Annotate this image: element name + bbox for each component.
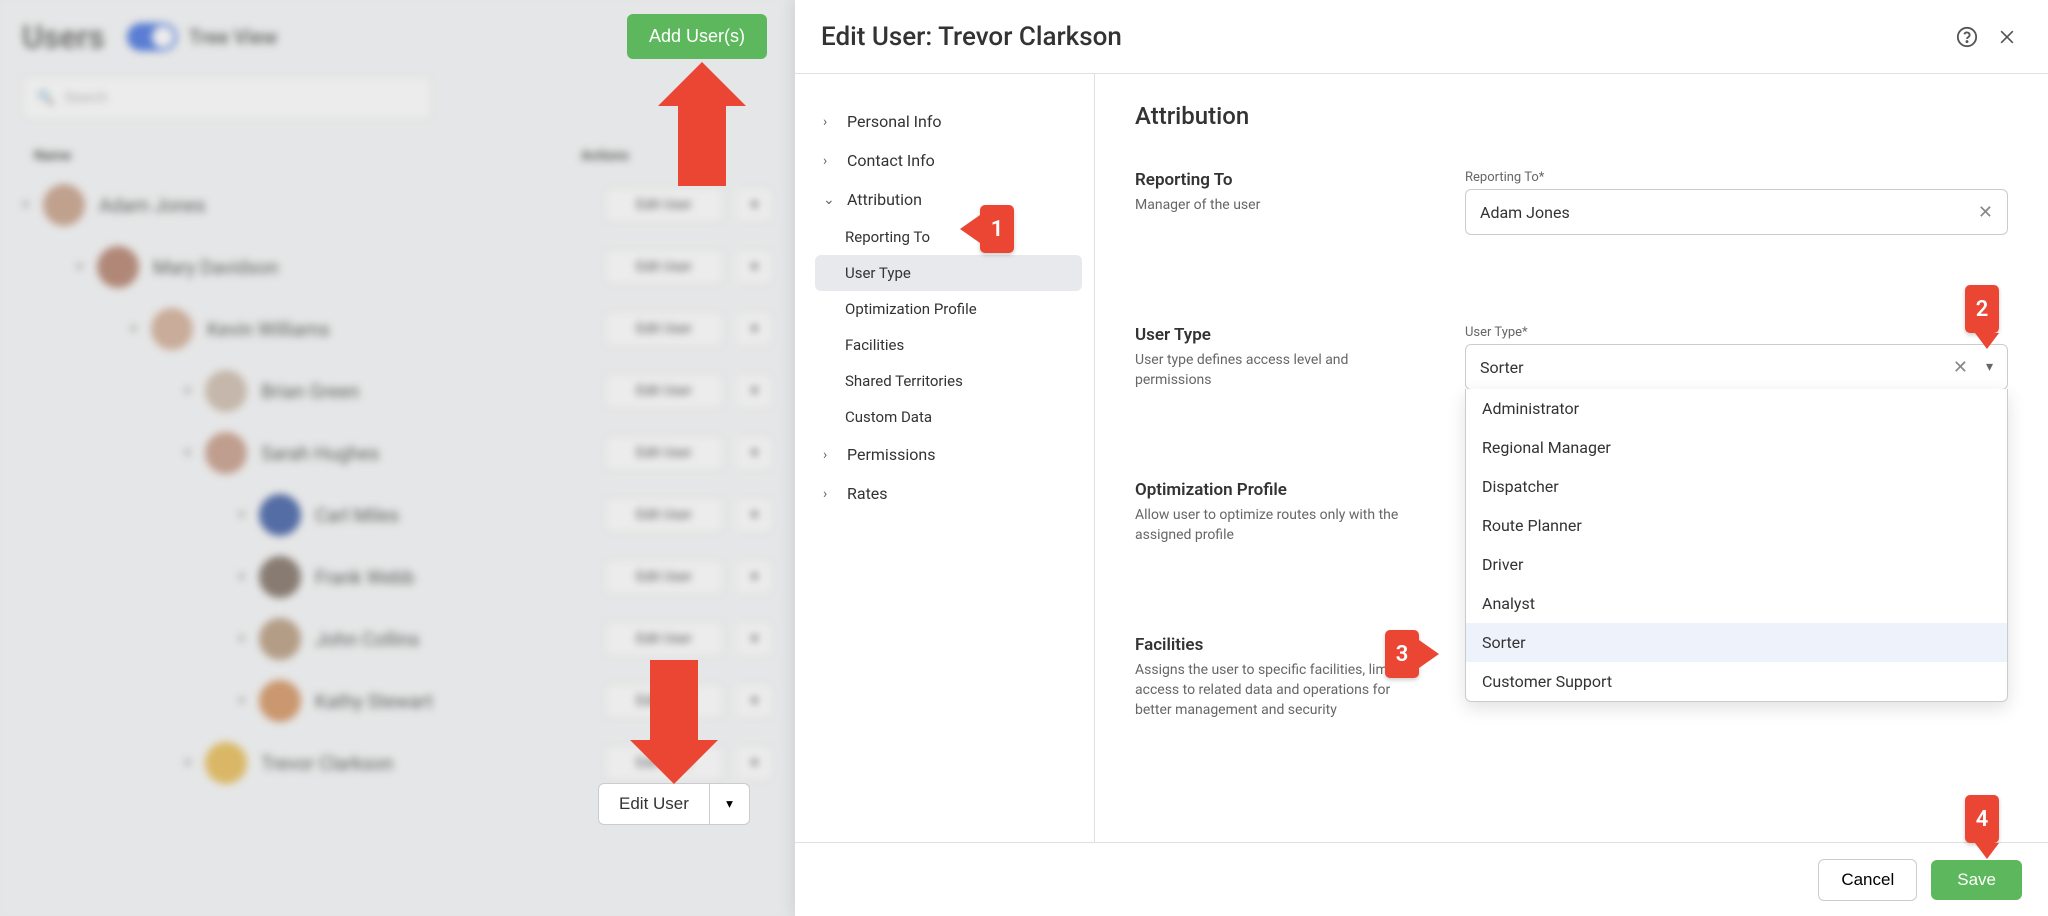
edit-user-dropdown[interactable]: ▾ [710, 783, 750, 825]
reporting-to-input[interactable]: Adam Jones ✕ [1465, 189, 2008, 235]
field-reporting-to: Reporting To Manager of the user Reporti… [1135, 170, 2008, 235]
chevron-down-icon: ⌄ [823, 192, 837, 208]
close-icon[interactable] [1992, 22, 2022, 52]
toc-item[interactable]: User Type [815, 255, 1082, 291]
add-users-wrap: Add User(s) [627, 14, 767, 59]
annotation-arrow-4 [1975, 843, 1999, 859]
save-button[interactable]: Save [1931, 860, 2022, 900]
user-type-value: Sorter [1480, 358, 1524, 377]
dropdown-option[interactable]: Sorter [1466, 623, 2007, 662]
section-title: Attribution [1135, 102, 2008, 130]
help-icon[interactable] [1952, 22, 1982, 52]
chevron-right-icon: › [823, 153, 837, 169]
panel-form: Attribution Reporting To Manager of the … [1095, 74, 2048, 842]
toc-group-label: Attribution [847, 190, 922, 209]
opt-profile-desc: Allow user to optimize routes only with … [1135, 506, 1425, 545]
dropdown-option[interactable]: Administrator [1466, 389, 2007, 428]
toc-group[interactable]: › Permissions [815, 435, 1082, 474]
chevron-right-icon: › [823, 447, 837, 463]
toc-item[interactable]: Optimization Profile [815, 291, 1082, 327]
user-type-dropdown: AdministratorRegional ManagerDispatcherR… [1465, 389, 2008, 702]
toc-group[interactable]: › Personal Info [815, 102, 1082, 141]
toc-group-label: Contact Info [847, 151, 935, 170]
clear-icon[interactable]: ✕ [1953, 357, 1968, 378]
reporting-to-label: Reporting To* [1465, 170, 2008, 185]
reporting-to-value: Adam Jones [1480, 203, 1570, 222]
user-type-heading: User Type [1135, 325, 1425, 345]
user-type-label: User Type* [1465, 325, 2008, 340]
cancel-button[interactable]: Cancel [1818, 859, 1917, 901]
toc-group[interactable]: ⌄ Attribution [815, 180, 1082, 219]
dropdown-option[interactable]: Driver [1466, 545, 2007, 584]
toc-item[interactable]: Custom Data [815, 399, 1082, 435]
user-type-desc: User type defines access level and permi… [1135, 351, 1425, 390]
panel-header: Edit User: Trevor Clarkson [795, 0, 2048, 74]
annotation-arrow-down [630, 660, 718, 784]
annotation-arrow-up [658, 62, 746, 186]
toc-group[interactable]: › Rates [815, 474, 1082, 513]
annotation-badge-1: 1 [980, 205, 1014, 253]
dropdown-option[interactable]: Analyst [1466, 584, 2007, 623]
panel-toc: › Personal Info › Contact Info ⌄ Attribution R… [795, 74, 1095, 842]
dropdown-option[interactable]: Dispatcher [1466, 467, 2007, 506]
dropdown-option[interactable]: Customer Support [1466, 662, 2007, 701]
reporting-to-heading: Reporting To [1135, 170, 1425, 190]
annotation-badge-2: 2 [1965, 285, 1999, 333]
add-users-button[interactable]: Add User(s) [627, 14, 767, 59]
annotation-arrow-1 [960, 215, 980, 243]
chevron-right-icon: › [823, 486, 837, 502]
panel-footer: Cancel Save [795, 842, 2048, 916]
edit-user-panel: Edit User: Trevor Clarkson › Personal Inf… [795, 0, 2048, 916]
toc-group-label: Personal Info [847, 112, 942, 131]
user-type-select[interactable]: Sorter ✕ ▾ [1465, 344, 2008, 390]
toc-group-label: Rates [847, 484, 888, 503]
edit-user-wrap: Edit User ▾ [598, 783, 750, 825]
toc-group-label: Permissions [847, 445, 935, 464]
annotation-badge-4: 4 [1965, 795, 1999, 843]
opt-profile-heading: Optimization Profile [1135, 480, 1425, 500]
facilities-heading: Facilities [1135, 635, 1425, 655]
toc-item[interactable]: Facilities [815, 327, 1082, 363]
reporting-to-desc: Manager of the user [1135, 196, 1425, 216]
field-user-type: User Type User type defines access level… [1135, 325, 2008, 390]
chevron-down-icon: ▾ [726, 796, 733, 812]
toc-item[interactable]: Reporting To [815, 219, 1082, 255]
toc-group[interactable]: › Contact Info [815, 141, 1082, 180]
edit-user-button[interactable]: Edit User [598, 783, 710, 825]
annotation-arrow-3 [1419, 640, 1439, 668]
facilities-desc: Assigns the user to specific facilities,… [1135, 661, 1425, 720]
chevron-right-icon: › [823, 114, 837, 130]
panel-title: Edit User: Trevor Clarkson [821, 22, 1942, 52]
dropdown-option[interactable]: Route Planner [1466, 506, 2007, 545]
annotation-arrow-2 [1975, 333, 1999, 349]
toc-item[interactable]: Shared Territories [815, 363, 1082, 399]
dropdown-option[interactable]: Regional Manager [1466, 428, 2007, 467]
annotation-badge-3: 3 [1385, 630, 1419, 678]
clear-icon[interactable]: ✕ [1978, 202, 1993, 223]
chevron-down-icon[interactable]: ▾ [1986, 359, 1993, 375]
